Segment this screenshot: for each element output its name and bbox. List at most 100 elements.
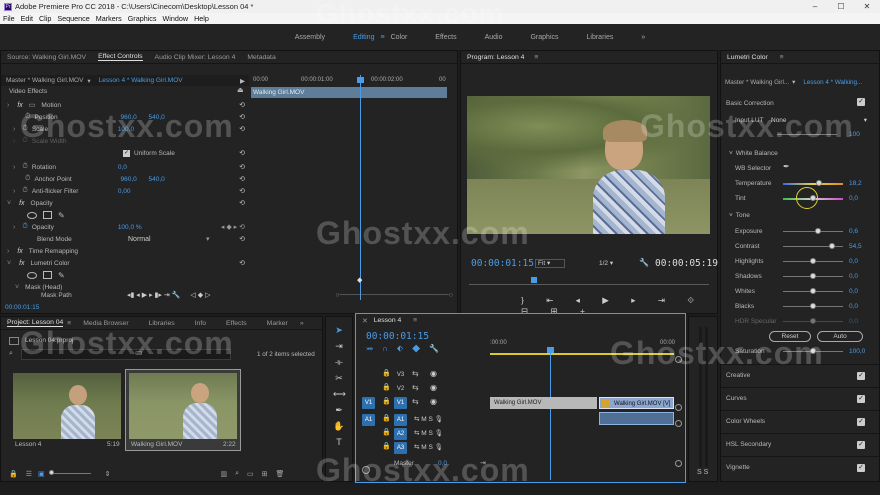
trash-icon[interactable]: 🗑	[276, 470, 285, 478]
lock-icon[interactable]: 🔒	[382, 397, 391, 405]
menu-graphics[interactable]: Graphics	[128, 14, 157, 23]
chevron-down-icon[interactable]: ▾	[792, 79, 795, 86]
exposure-slider[interactable]	[783, 227, 843, 234]
master-clip-label[interactable]: Master * Walking Girl.MOV	[6, 77, 83, 84]
workspace-color[interactable]: Color	[391, 34, 408, 41]
track-v1-label[interactable]: V1	[394, 397, 407, 409]
fit-select[interactable]: Fit ▾	[535, 259, 565, 268]
lock-icon[interactable]: 🔒	[382, 414, 391, 422]
panel-menu-icon[interactable]: ≡	[413, 317, 417, 324]
pen-tool-icon[interactable]: ✒	[333, 405, 345, 416]
shadows-knob[interactable]	[810, 272, 816, 279]
razor-tool-icon[interactable]: ✂	[333, 373, 345, 384]
shadows-slider[interactable]	[783, 272, 843, 279]
highlights-knob[interactable]	[810, 257, 816, 264]
panel-menu-icon[interactable]: ≡	[780, 54, 784, 61]
ec-playhead[interactable]	[360, 75, 361, 300]
chevron-down-icon[interactable]: ▾	[206, 235, 210, 243]
source-patch-a1[interactable]: A1	[362, 414, 375, 426]
track-a3-controls[interactable]: ⇆ M S 🎙	[414, 443, 443, 451]
menu-clip[interactable]: Clip	[39, 14, 51, 23]
ec-clip-bar[interactable]: Walking Girl.MOV	[251, 87, 447, 98]
contrast-knob[interactable]	[829, 242, 835, 249]
toggle-sync-icon[interactable]: ⇆	[412, 383, 419, 392]
reset-icon[interactable]: ⟲	[239, 235, 245, 243]
tone-row-blacks[interactable]: Blacks 0,0	[721, 300, 880, 312]
maximize-icon[interactable]: ☐	[828, 2, 854, 11]
timeline-vertical-scroll[interactable]	[675, 356, 683, 476]
menu-help[interactable]: Help	[194, 14, 209, 23]
tone-row-contrast[interactable]: Contrast 54,5	[721, 240, 880, 252]
menu-window[interactable]: Window	[162, 14, 188, 23]
blend-mode-select[interactable]: Normal	[128, 236, 206, 243]
tone-auto-button[interactable]: Auto	[817, 331, 863, 342]
track-select-tool-icon[interactable]: ⇥	[333, 341, 345, 352]
workspace-editing[interactable]: Editing	[353, 34, 374, 41]
eye-icon[interactable]: ◉	[430, 383, 437, 392]
track-a1-label[interactable]: A1	[394, 414, 407, 426]
section-curves[interactable]: Curves ✓	[721, 387, 879, 409]
thumbnail-size-slider[interactable]	[48, 470, 91, 475]
thumbnail-walking-girl[interactable]	[129, 373, 237, 439]
workspace-libraries[interactable]: Libraries	[587, 34, 614, 41]
section-hsl-secondary[interactable]: HSL Secondary ✓	[721, 433, 879, 455]
reset-icon[interactable]: ⟲	[239, 199, 245, 207]
anchor-y[interactable]: 540,0	[148, 176, 164, 183]
whites-knob[interactable]	[810, 287, 816, 294]
opacity-value[interactable]: 100,0 %	[118, 224, 142, 231]
fx-badge-icon[interactable]	[602, 399, 610, 407]
ec-scroll-handle[interactable]: ○──────────────────────○	[335, 292, 453, 299]
color-wheels-checkbox[interactable]: ✓	[857, 417, 865, 426]
eye-icon[interactable]: ◉	[430, 369, 437, 378]
more-workspaces-icon[interactable]: »	[641, 34, 645, 41]
rectangle-mask-icon[interactable]	[43, 271, 52, 279]
rotation-value[interactable]: 0,0	[118, 164, 127, 171]
workspace-audio[interactable]: Audio	[485, 34, 503, 41]
ec-time-ruler[interactable]: 00:00 00:00:01:00 00:00:02:00 00	[249, 75, 449, 85]
eyedropper-icon[interactable]: ✒	[783, 162, 790, 171]
chevron-down-icon[interactable]: ▾	[864, 116, 867, 124]
close-icon[interactable]: ✕	[854, 2, 880, 11]
reset-icon[interactable]: ⟲	[239, 175, 245, 183]
reset-icon[interactable]: ⟲	[239, 163, 245, 171]
close-icon[interactable]: ✕	[362, 317, 368, 325]
vignette-checkbox[interactable]: ✓	[857, 463, 865, 472]
track-a1-controls[interactable]: ⇆ M S 🎙	[414, 415, 443, 423]
ripple-edit-tool-icon[interactable]: ⟛	[333, 357, 345, 368]
clip-walking-girl-v1-second[interactable]: Walking Girl.MOV [V]	[599, 397, 674, 409]
icon-view-icon[interactable]: ▣	[38, 470, 45, 478]
fx-badge-icon[interactable]: fx	[19, 200, 24, 207]
more-tabs-icon[interactable]: »	[300, 320, 304, 327]
stopwatch-icon[interactable]: ⏱	[22, 163, 27, 171]
tint-value[interactable]: 0,0	[849, 195, 858, 202]
tone-heading[interactable]: ˅ Tone	[729, 212, 750, 219]
tab-audio-clip-mixer[interactable]: Audio Clip Mixer: Lesson 4	[155, 54, 236, 61]
ec-playhead-handle[interactable]	[357, 77, 364, 83]
basic-correction-heading[interactable]: Basic Correction	[726, 100, 774, 107]
lock-icon[interactable]: 🔒	[382, 442, 391, 450]
wrench-icon[interactable]: 🔧	[639, 258, 649, 267]
blacks-knob[interactable]	[810, 302, 816, 309]
param-opacity-group[interactable]: ˅ fx Opacity ⟲	[1, 197, 249, 209]
eye-icon[interactable]: ◉	[430, 397, 437, 406]
keyframe-toggle-icon[interactable]: ◁ ◆ ▷	[190, 291, 210, 299]
lock-icon[interactable]: 🔒	[382, 428, 391, 436]
section-color-wheels[interactable]: Color Wheels ✓	[721, 410, 879, 432]
ellipse-mask-icon[interactable]	[27, 271, 37, 279]
new-item-icon[interactable]: ⊞	[262, 470, 268, 478]
tab-source[interactable]: Source: Walking Girl.MOV	[7, 54, 86, 61]
menu-markers[interactable]: Markers	[96, 14, 122, 23]
workspace-assembly[interactable]: Assembly	[295, 34, 325, 41]
selection-tool-icon[interactable]: ➤	[333, 325, 345, 336]
hsl-secondary-checkbox[interactable]: ✓	[857, 440, 865, 449]
reset-icon[interactable]: ⟲	[239, 259, 245, 267]
blacks-slider[interactable]	[783, 302, 843, 309]
find-icon[interactable]: ⌕	[235, 470, 239, 478]
param-lumetri[interactable]: ˅ fx Lumetri Color ⟲	[1, 257, 249, 269]
creative-checkbox[interactable]: ✓	[857, 371, 865, 380]
basic-correction-checkbox[interactable]: ✓	[857, 98, 865, 106]
track-a2-label[interactable]: A2	[394, 428, 407, 440]
tint-knob[interactable]	[810, 195, 816, 201]
reset-icon[interactable]: ⟲	[239, 113, 245, 121]
program-monitor-title[interactable]: Program: Lesson 4	[467, 54, 524, 61]
